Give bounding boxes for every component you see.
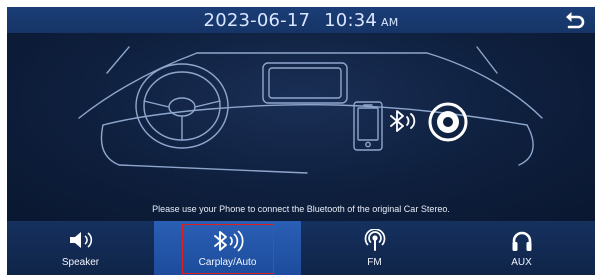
bottom-nav: Speaker Carplay/Auto FM AUX bbox=[7, 221, 595, 275]
car-interior-illustration bbox=[78, 46, 543, 174]
status-bar: 2023-06-17 10:34 AM bbox=[7, 7, 595, 33]
clock: 2023-06-17 10:34 AM bbox=[7, 7, 595, 33]
nav-speaker-label: Speaker bbox=[61, 257, 100, 268]
nav-aux[interactable]: AUX bbox=[448, 221, 595, 275]
nav-carplay-label: Carplay/Auto bbox=[198, 257, 257, 268]
nav-carplay[interactable]: Carplay/Auto bbox=[154, 221, 301, 275]
speaker-icon bbox=[69, 232, 92, 248]
nav-fm-label: FM bbox=[367, 257, 382, 268]
bluetooth-pairing-panel: Please use your Phone to connect the Blu… bbox=[7, 33, 595, 221]
car-speaker-icon bbox=[428, 102, 468, 142]
connection-instruction: Please use your Phone to connect the Blu… bbox=[152, 204, 450, 214]
time-text: 10:34 bbox=[324, 10, 378, 31]
nav-fm[interactable]: FM bbox=[301, 221, 448, 275]
date-text: 2023-06-17 bbox=[203, 10, 311, 31]
stereo-screen: 2023-06-17 10:34 AM Please use your Phon… bbox=[7, 7, 595, 275]
bluetooth-signal-icon bbox=[390, 110, 416, 132]
back-button[interactable] bbox=[563, 9, 587, 31]
headphones-icon bbox=[512, 231, 531, 251]
bluetooth-icon bbox=[213, 230, 244, 252]
ampm-text: AM bbox=[381, 16, 399, 29]
fm-radio-icon bbox=[364, 229, 385, 251]
nav-speaker[interactable]: Speaker bbox=[7, 221, 154, 275]
nav-aux-label: AUX bbox=[511, 257, 532, 268]
back-arrow-icon bbox=[566, 12, 585, 29]
